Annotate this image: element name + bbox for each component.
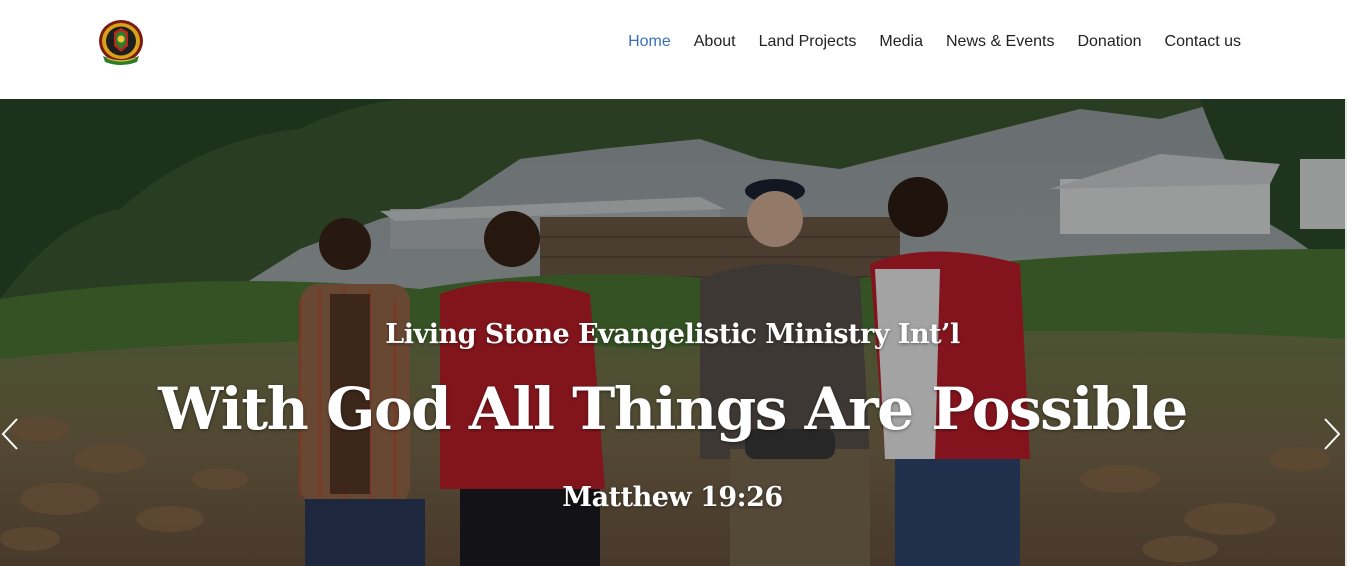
nav-home[interactable]: Home — [628, 30, 671, 54]
nav-media[interactable]: Media — [879, 30, 923, 54]
slider-next-button[interactable] — [1320, 417, 1344, 451]
chevron-right-icon — [1324, 418, 1341, 450]
nav-donation[interactable]: Donation — [1077, 30, 1141, 54]
nav-contact-us[interactable]: Contact us — [1165, 30, 1241, 54]
chevron-left-icon — [1, 418, 18, 450]
nav-about[interactable]: About — [694, 30, 736, 54]
hero-verse: Matthew 19:26 — [562, 482, 783, 513]
hero-title: With God All Things Are Possible — [158, 375, 1188, 443]
nav-news-events[interactable]: News & Events — [946, 30, 1054, 54]
nav-land-projects[interactable]: Land Projects — [759, 30, 857, 54]
ministry-crest-logo — [99, 20, 143, 65]
ministry-logo[interactable] — [97, 18, 145, 68]
hero-subtitle: Living Stone Evangelistic Ministry Int’l — [385, 319, 960, 350]
main-nav: Home About Land Projects Media News & Ev… — [605, 30, 1241, 54]
site-header: Home About Land Projects Media News & Ev… — [0, 0, 1347, 99]
hero-slider: Living Stone Evangelistic Ministry Int’l… — [0, 99, 1345, 566]
slider-prev-button[interactable] — [0, 417, 24, 451]
